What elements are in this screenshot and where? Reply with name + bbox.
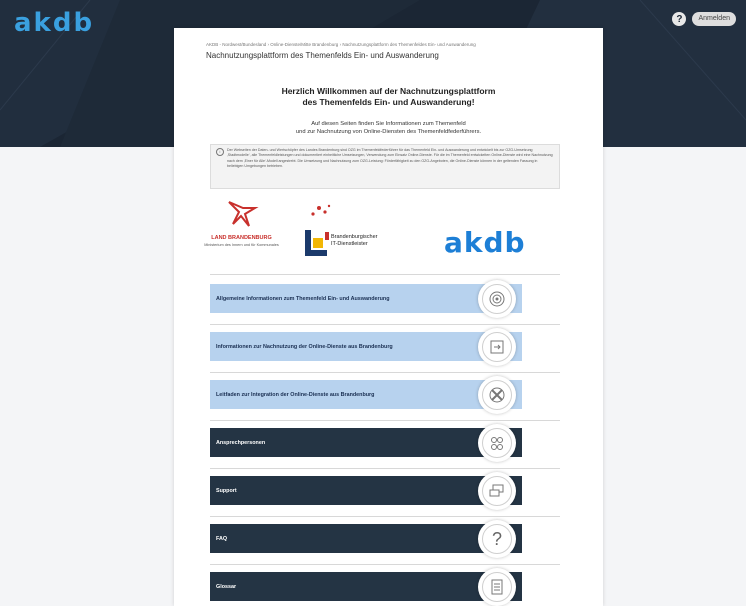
divider xyxy=(210,324,560,325)
partner-logos: LAND BRANDENBURG Ministerium des Innern … xyxy=(204,196,574,268)
nav-label: Ansprechpersonen xyxy=(216,439,266,446)
nav-label: Allgemeine Informationen zum Themenfeld … xyxy=(216,295,390,302)
nav-label: Glossar xyxy=(216,583,237,590)
notice-text: Der Webseiten der Daten- und Wertschöpfe… xyxy=(227,148,553,169)
itd-line-2: IT-Dienstleister xyxy=(331,241,368,247)
nav-leitfaden[interactable]: Leitfaden zur Integration der Online-Die… xyxy=(210,380,522,409)
intro-line-2: und zur Nachnutzung von Online-Diensten … xyxy=(295,128,482,135)
land-brandenburg-logo: LAND BRANDENBURG Ministerium des Innern … xyxy=(204,196,279,268)
eagle-icon xyxy=(227,201,259,227)
people-icon[interactable] xyxy=(478,424,516,462)
target-icon[interactable] xyxy=(478,280,516,318)
itd-text: Brandenburgischer IT-Dienstleister xyxy=(331,234,377,248)
nav-label: Leitfaden zur Integration der Online-Die… xyxy=(216,391,375,398)
divider xyxy=(210,274,560,275)
welcome-heading: Herzlich Willkommen auf der Nachnutzungs… xyxy=(174,86,603,108)
land-brandenburg-label: LAND BRANDENBURG xyxy=(211,235,272,241)
ministry-label: Ministerium des Innern und für Kommunale… xyxy=(204,243,279,247)
login-button[interactable]: Anmelden xyxy=(692,12,736,26)
nav-support[interactable]: Support xyxy=(210,476,522,505)
document-icon[interactable] xyxy=(478,568,516,606)
itd-mark-icon xyxy=(305,204,331,256)
welcome-line-2: des Themenfelds Ein- und Auswanderung! xyxy=(302,97,475,107)
nav-glossar[interactable]: Glossar xyxy=(210,572,522,601)
welcome-line-1: Herzlich Willkommen auf der Nachnutzungs… xyxy=(281,86,496,96)
itd-line-1: Brandenburgischer xyxy=(331,234,378,240)
divider xyxy=(210,468,560,469)
nav-ansprechpersonen[interactable]: Ansprechpersonen xyxy=(210,428,522,457)
question-icon[interactable]: ? xyxy=(478,520,516,558)
intro-line-1: Auf diesen Seiten finden Sie Information… xyxy=(311,121,466,127)
itd-logo: Brandenburgischer IT-Dienstleister xyxy=(299,202,419,264)
nav-label: FAQ xyxy=(216,535,228,542)
nav-allgemeine-informationen[interactable]: Allgemeine Informationen zum Themenfeld … xyxy=(210,284,522,313)
header-actions: ? Anmelden xyxy=(672,12,736,26)
intro-text: Auf diesen Seiten finden Sie Information… xyxy=(174,121,603,136)
divider xyxy=(210,420,560,421)
divider xyxy=(210,372,560,373)
info-notice: i Der Webseiten der Daten- und Wertschöp… xyxy=(210,144,560,189)
help-icon[interactable]: ? xyxy=(672,12,687,26)
info-icon: i xyxy=(216,148,224,156)
divider xyxy=(210,516,560,517)
nav-faq[interactable]: FAQ xyxy=(210,524,522,553)
page-title: Nachnutzungsplattform des Themenfelds Ei… xyxy=(206,51,439,60)
content-card: AKDB - Nordwest/Bundesland › Online-Dien… xyxy=(174,28,603,606)
akdb-logo: akdb xyxy=(444,226,526,259)
tools-icon[interactable] xyxy=(478,376,516,414)
breadcrumb[interactable]: AKDB - Nordwest/Bundesland › Online-Dien… xyxy=(206,42,476,47)
nav-nachnutzung[interactable]: Informationen zur Nachnutzung der Online… xyxy=(210,332,522,361)
nav-label: Support xyxy=(216,487,237,494)
exchange-icon[interactable] xyxy=(478,328,516,366)
divider xyxy=(210,564,560,565)
brand-logo[interactable]: akdb xyxy=(14,8,94,38)
nav-label: Informationen zur Nachnutzung der Online… xyxy=(216,343,393,350)
chat-icon[interactable] xyxy=(478,472,516,510)
